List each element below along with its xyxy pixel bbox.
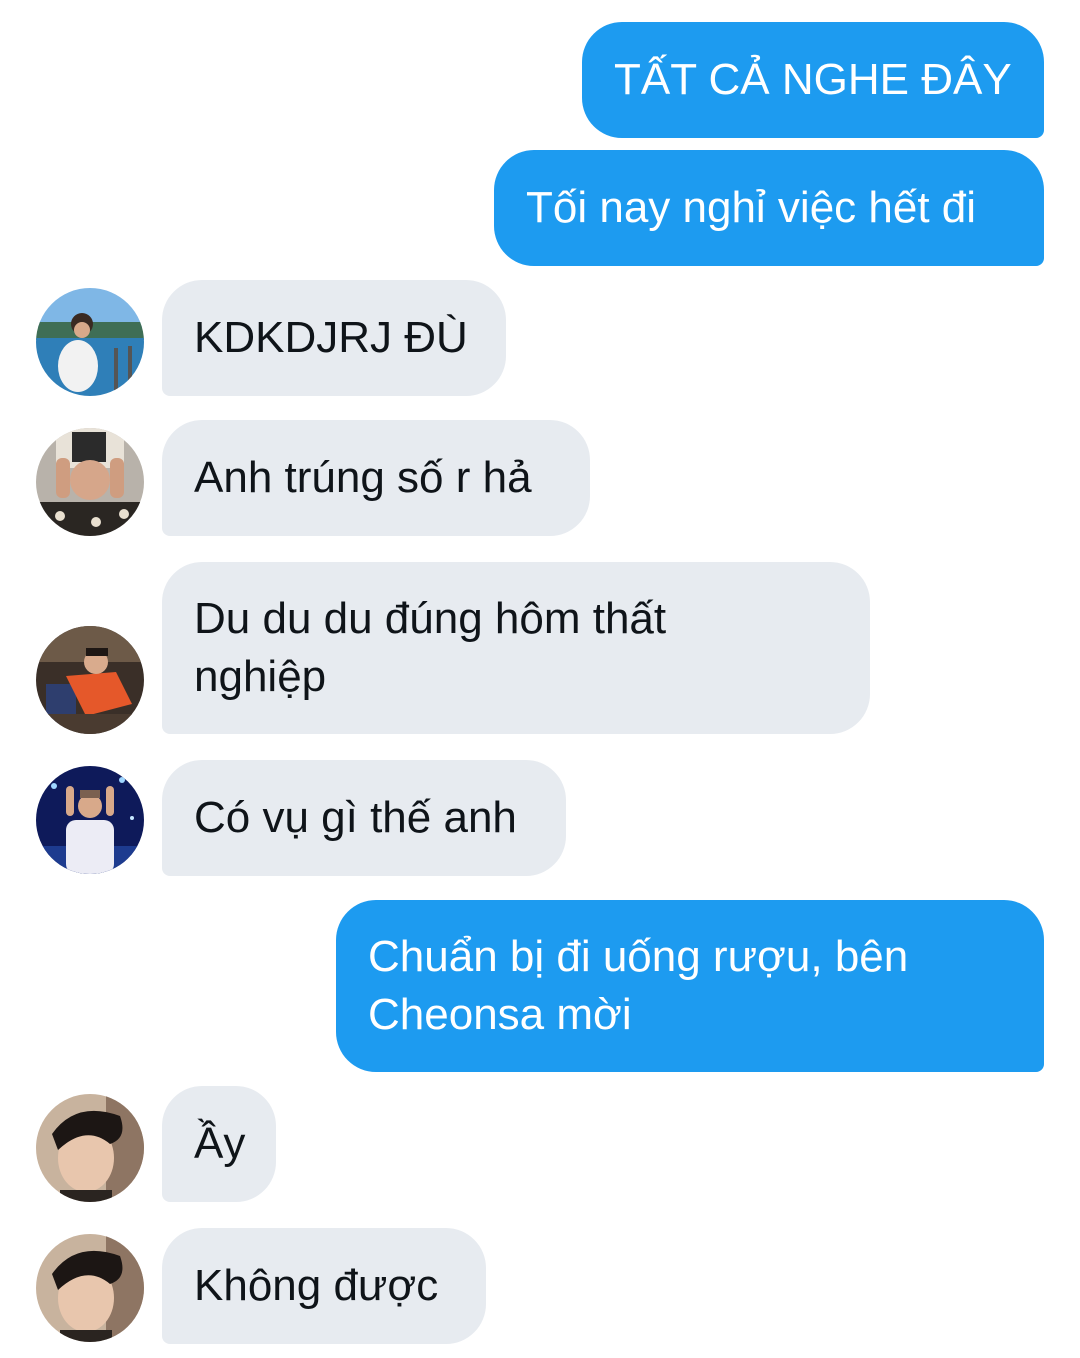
outgoing-message[interactable]: Tối nay nghỉ việc hết đi <box>494 150 1044 266</box>
incoming-message[interactable]: Có vụ gì thế anh <box>162 760 566 876</box>
message-text: Tối nay nghỉ việc hết đi <box>526 183 977 232</box>
avatar-orange-shirt-icon[interactable] <box>36 626 144 734</box>
message-text: KDKDJRJ ĐÙ <box>194 313 468 362</box>
incoming-message[interactable]: Không được <box>162 1228 486 1344</box>
message-text: Ầy <box>194 1119 246 1168</box>
incoming-message[interactable]: Du du du đúng hôm thất nghiệp <box>162 562 870 734</box>
avatar-portrait-icon[interactable] <box>36 1234 144 1342</box>
message-thread: TẤT CẢ NGHE ĐÂY Tối nay nghỉ việc hết đi… <box>0 0 1080 1358</box>
message-text: Có vụ gì thế anh <box>194 793 517 842</box>
message-text: TẤT CẢ NGHE ĐÂY <box>614 55 1012 104</box>
message-text: Không được <box>194 1261 439 1310</box>
incoming-message[interactable]: KDKDJRJ ĐÙ <box>162 280 506 396</box>
avatar-portrait-icon[interactable] <box>36 1094 144 1202</box>
incoming-message[interactable]: Anh trúng số r hả <box>162 420 590 536</box>
avatar-beach-icon[interactable] <box>36 288 144 396</box>
avatar-hands-face-icon[interactable] <box>36 428 144 536</box>
outgoing-message[interactable]: Chuẩn bị đi uống rượu, bên Cheonsa mời <box>336 900 1044 1072</box>
incoming-message[interactable]: Ầy <box>162 1086 276 1202</box>
message-text: Anh trúng số r hả <box>194 453 532 502</box>
avatar-concert-icon[interactable] <box>36 766 144 874</box>
outgoing-message[interactable]: TẤT CẢ NGHE ĐÂY <box>582 22 1044 138</box>
message-text: Du du du đúng hôm thất nghiệp <box>194 594 679 701</box>
message-text: Chuẩn bị đi uống rượu, bên Cheonsa mời <box>368 932 921 1039</box>
